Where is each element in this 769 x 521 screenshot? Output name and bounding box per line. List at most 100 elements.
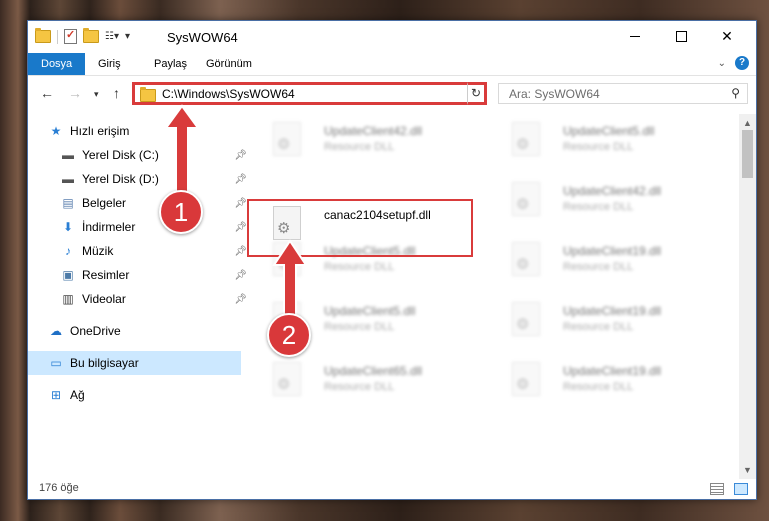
- dll-file-icon: [512, 122, 540, 156]
- minimize-icon: [630, 35, 640, 37]
- tab-view[interactable]: Görünüm: [193, 53, 265, 75]
- forward-arrow-icon[interactable]: →: [68, 85, 82, 101]
- video-icon: ▥: [62, 292, 74, 306]
- maximize-icon: [675, 30, 687, 42]
- file-name: UpdateClient19.dll: [563, 304, 662, 318]
- ribbon-tabs: Dosya Giriş Paylaş Görünüm ⌄ ?: [28, 53, 756, 76]
- sidebar-item-label: Bu bilgisayar: [70, 356, 139, 370]
- file-name: UpdateClient42.dll: [563, 184, 662, 198]
- search-placeholder: Ara: SysWOW64: [509, 87, 600, 101]
- file-type: Resource DLL: [563, 141, 634, 153]
- file-item[interactable]: UpdateClient42.dll Resource DLL: [495, 177, 723, 227]
- drive-icon: ▬: [62, 172, 74, 186]
- maximize-button[interactable]: [658, 21, 704, 51]
- file-type: Resource DLL: [324, 141, 395, 153]
- annotation-badge-2: 2: [267, 313, 311, 357]
- large-icons-view-icon[interactable]: [734, 483, 748, 495]
- pictures-icon: ▣: [62, 268, 74, 282]
- refresh-icon: ↻: [470, 86, 482, 100]
- quick-access-toolbar: ☷▾ ▾: [35, 28, 130, 44]
- toolbar-divider: [57, 29, 58, 44]
- back-arrow-icon[interactable]: ←: [40, 85, 54, 101]
- star-icon: ★: [50, 124, 62, 138]
- search-icon[interactable]: ⚲: [731, 86, 740, 100]
- close-icon: ✕: [721, 27, 733, 44]
- file-name: UpdateClient65.dll: [324, 364, 423, 378]
- cloud-icon: ☁: [50, 324, 62, 338]
- sidebar-item-videos[interactable]: ▥ Videolar 📌︎: [28, 287, 253, 311]
- dll-file-icon: [512, 242, 540, 276]
- drive-icon: ▬: [62, 148, 74, 162]
- file-name: UpdateClient19.dll: [563, 244, 662, 258]
- documents-icon: ▤: [62, 196, 74, 210]
- tab-file[interactable]: Dosya: [28, 53, 86, 75]
- dll-file-icon: [512, 302, 540, 336]
- file-item[interactable]: UpdateClient19.dll Resource DLL: [495, 237, 723, 287]
- sidebar-item-label: Ağ: [70, 388, 85, 402]
- minimize-button[interactable]: [612, 21, 658, 51]
- up-arrow-icon[interactable]: ↑: [113, 85, 120, 101]
- search-input[interactable]: Ara: SysWOW64 ⚲: [498, 83, 748, 104]
- annotation-badge-1: 1: [159, 190, 203, 234]
- file-name: UpdateClient5.dll: [563, 124, 655, 138]
- file-item[interactable]: UpdateClient19.dll Resource DLL: [495, 297, 723, 347]
- file-name: UpdateClient42.dll: [324, 124, 423, 138]
- qat-dropdown-icon[interactable]: ▾: [125, 31, 130, 42]
- file-item[interactable]: UpdateClient65.dll Resource DLL: [256, 357, 484, 407]
- scroll-up-icon[interactable]: ▲: [743, 118, 752, 128]
- file-name: UpdateClient19.dll: [563, 364, 662, 378]
- download-icon: ⬇: [62, 220, 74, 234]
- file-type: Resource DLL: [324, 381, 395, 393]
- file-explorer-window: ☷▾ ▾ SysWOW64 ✕ Dosya Giriş Paylaş Görün…: [27, 20, 757, 500]
- address-path[interactable]: C:\Windows\SysWOW64: [162, 87, 295, 101]
- sidebar-item-label: Yerel Disk (C:): [82, 148, 159, 162]
- sidebar-item-label: Müzik: [82, 244, 114, 258]
- sidebar-item-music[interactable]: ♪ Müzik 📌︎: [28, 239, 253, 263]
- customize-toolbar-icon[interactable]: ☷▾: [105, 31, 119, 42]
- dll-file-icon: [512, 362, 540, 396]
- tab-share[interactable]: Paylaş: [141, 53, 200, 75]
- network-icon: ⊞: [50, 388, 62, 402]
- file-item[interactable]: UpdateClient42.dll Resource DLL: [256, 117, 484, 167]
- sidebar-item-pictures[interactable]: ▣ Resimler 📌︎: [28, 263, 253, 287]
- details-view-icon[interactable]: [710, 483, 724, 495]
- file-item[interactable]: UpdateClient5.dll Resource DLL: [495, 117, 723, 167]
- music-icon: ♪: [65, 244, 71, 258]
- window-title: SysWOW64: [167, 30, 238, 45]
- scroll-down-icon[interactable]: ▼: [743, 465, 752, 475]
- folder-icon[interactable]: [35, 28, 51, 43]
- scrollbar-thumb[interactable]: [742, 130, 753, 178]
- computer-icon: ▭: [50, 356, 62, 370]
- sidebar-item-label: Belgeler: [82, 196, 127, 210]
- sidebar-item-label: Resimler: [82, 268, 130, 282]
- dll-file-icon: [512, 182, 540, 216]
- file-type: Resource DLL: [563, 381, 634, 393]
- navigation-bar: ← → ▾ ↑ C:\Windows\SysWOW64 ⌄ ↻ Ara: Sys…: [28, 76, 756, 112]
- vertical-scrollbar[interactable]: ▲ ▼: [739, 114, 756, 479]
- status-bar: 176 öğe: [28, 479, 756, 501]
- file-type: Resource DLL: [324, 261, 395, 273]
- sidebar-item-this-pc[interactable]: ▭ Bu bilgisayar: [28, 351, 241, 375]
- sidebar-item-label: İndirmeler: [82, 220, 136, 234]
- chevron-down-icon[interactable]: ⌄: [718, 58, 726, 69]
- help-icon[interactable]: ?: [735, 56, 749, 70]
- sidebar-item-network[interactable]: ⊞ Ağ: [28, 383, 241, 407]
- sidebar-item-label: Yerel Disk (D:): [82, 172, 159, 186]
- refresh-button[interactable]: ↻: [467, 82, 487, 105]
- sidebar-item-onedrive[interactable]: ☁ OneDrive: [28, 319, 241, 343]
- close-button[interactable]: ✕: [704, 21, 750, 51]
- file-type: Resource DLL: [324, 321, 395, 333]
- file-type: Resource DLL: [563, 261, 634, 273]
- recent-locations-icon[interactable]: ▾: [94, 89, 99, 100]
- title-bar: ☷▾ ▾ SysWOW64 ✕: [28, 21, 756, 53]
- sidebar-item-label: Videolar: [82, 292, 126, 306]
- properties-icon[interactable]: [64, 28, 77, 44]
- tab-home[interactable]: Giriş: [85, 53, 134, 75]
- dll-file-icon: [273, 122, 301, 156]
- file-type: Resource DLL: [563, 201, 634, 213]
- file-item[interactable]: UpdateClient19.dll Resource DLL: [495, 357, 723, 407]
- file-type: Resource DLL: [563, 321, 634, 333]
- item-count: 176 öğe: [39, 482, 79, 494]
- dll-file-icon: [273, 362, 301, 396]
- new-folder-icon[interactable]: [83, 28, 99, 43]
